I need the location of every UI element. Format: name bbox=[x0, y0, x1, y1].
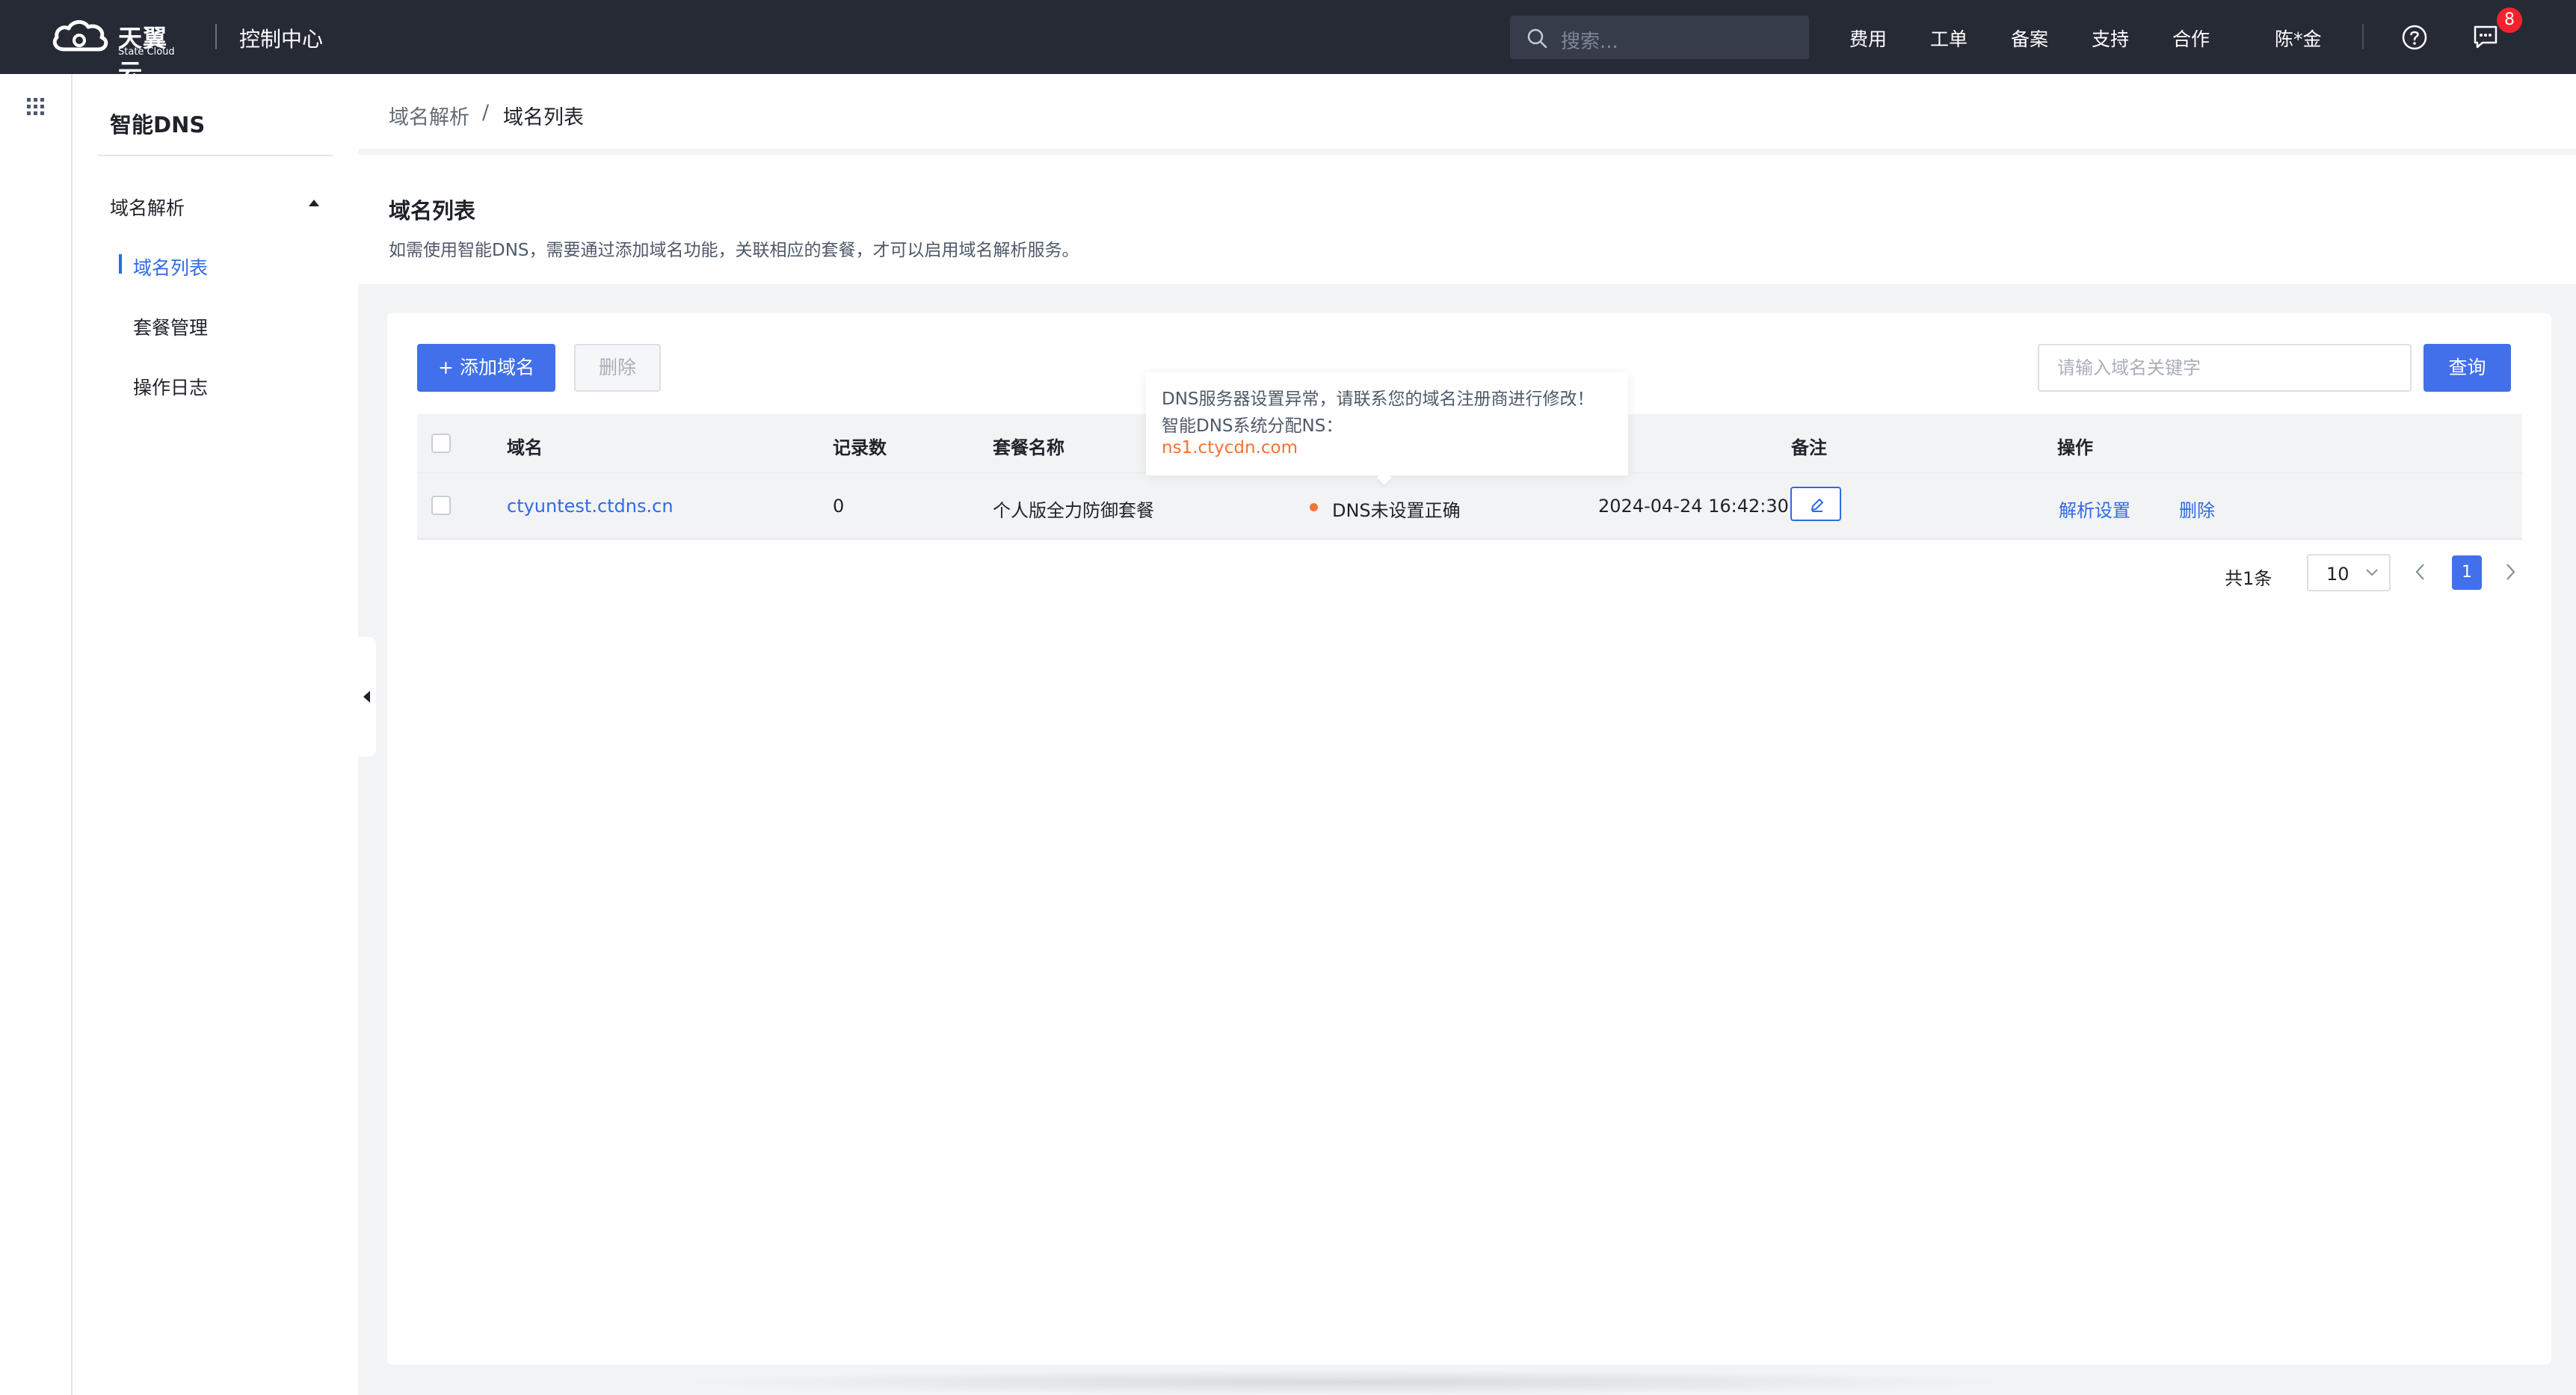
dns-status-tooltip: DNS服务器设置异常，请联系您的域名注册商进行修改！ 智能DNS系统分配NS： … bbox=[1146, 372, 1628, 475]
cloud-logo-icon bbox=[52, 20, 108, 52]
add-domain-button[interactable]: + 添加域名 bbox=[417, 344, 555, 392]
brand-subtitle: State Cloud bbox=[118, 46, 175, 58]
bottom-shadow bbox=[673, 1370, 2018, 1395]
resolution-settings-link[interactable]: 解析设置 bbox=[2059, 496, 2130, 522]
edit-remark-button[interactable] bbox=[1790, 487, 1841, 521]
page-size-select[interactable]: 10 bbox=[2307, 554, 2391, 591]
chevron-down-icon bbox=[2366, 569, 2378, 576]
row-checkbox[interactable] bbox=[431, 496, 451, 515]
help-icon[interactable] bbox=[2402, 25, 2427, 50]
nav-support[interactable]: 支持 bbox=[2092, 25, 2129, 52]
nav-billing[interactable]: 费用 bbox=[1849, 25, 1887, 52]
topbar-separator bbox=[2362, 24, 2364, 49]
caret-up-icon[interactable] bbox=[309, 200, 319, 206]
batch-delete-button[interactable]: 删除 bbox=[574, 344, 661, 392]
top-navigation-bar: 天翼云 State Cloud 控制中心 搜索... 费用 工单 备案 支持 合… bbox=[0, 0, 2576, 87]
active-indicator bbox=[119, 254, 122, 274]
search-placeholder: 搜索... bbox=[1561, 31, 1618, 53]
page-size-value: 10 bbox=[2326, 564, 2349, 585]
domain-link[interactable]: ctyuntest.ctdns.cn bbox=[507, 496, 674, 517]
page-title: 域名列表 bbox=[389, 198, 476, 224]
breadcrumb-current: 域名列表 bbox=[503, 106, 584, 129]
page-description: 如需使用智能DNS，需要通过添加域名功能，关联相应的套餐，才可以启用域名解析服务… bbox=[389, 241, 1079, 260]
nav-tickets[interactable]: 工单 bbox=[1930, 25, 1968, 52]
nav-partner[interactable]: 合作 bbox=[2172, 25, 2210, 52]
page-header: 域名列表 如需使用智能DNS，需要通过添加域名功能，关联相应的套餐，才可以启用域… bbox=[358, 155, 2576, 284]
topbar-divider bbox=[215, 24, 217, 49]
breadcrumb-parent[interactable]: 域名解析 bbox=[389, 101, 469, 130]
message-icon[interactable] bbox=[2472, 23, 2499, 50]
grid-icon[interactable] bbox=[27, 98, 45, 116]
sidebar-item-domain-list[interactable]: 域名列表 bbox=[133, 253, 208, 280]
row-delete-link[interactable]: 删除 bbox=[2179, 496, 2215, 522]
console-title[interactable]: 控制中心 bbox=[239, 23, 323, 53]
nav-filing[interactable]: 备案 bbox=[2011, 25, 2048, 52]
sidebar-item-operation-log[interactable]: 操作日志 bbox=[133, 373, 208, 400]
package-name: 个人版全力防御套餐 bbox=[993, 500, 1154, 521]
breadcrumb-separator: / bbox=[482, 101, 490, 124]
select-all-checkbox[interactable] bbox=[431, 434, 451, 453]
user-name[interactable]: 陈*金 bbox=[2275, 25, 2322, 52]
column-remark: 备注 bbox=[1791, 437, 1827, 458]
brand-logo[interactable]: 天翼云 State Cloud bbox=[49, 18, 191, 87]
chevron-right-icon[interactable] bbox=[2504, 562, 2516, 582]
message-count-badge: 8 bbox=[2497, 7, 2522, 33]
pagination-total: 共1条 bbox=[2225, 568, 2273, 589]
tooltip-ns-label: 智能DNS系统分配NS： bbox=[1162, 416, 1343, 436]
sidebar-item-packages[interactable]: 套餐管理 bbox=[133, 313, 208, 340]
record-count: 0 bbox=[833, 496, 845, 517]
product-rail bbox=[0, 74, 73, 1395]
column-records: 记录数 bbox=[833, 437, 887, 458]
domain-keyword-input[interactable] bbox=[2038, 344, 2412, 392]
breadcrumb: 域名解析 / 域名列表 bbox=[358, 74, 2576, 149]
query-button[interactable]: 查询 bbox=[2424, 344, 2511, 392]
search-icon bbox=[1527, 28, 1547, 49]
sidebar-divider bbox=[98, 155, 333, 156]
chevron-left-icon[interactable] bbox=[2415, 562, 2426, 582]
tooltip-warning: DNS服务器设置异常，请联系您的域名注册商进行修改！ bbox=[1162, 389, 1594, 409]
collapse-left-icon bbox=[363, 691, 370, 703]
pencil-icon bbox=[1811, 499, 1823, 512]
table-row: ctyuntest.ctdns.cn 0 个人版全力防御套餐 DNS未设置正确 … bbox=[417, 472, 2522, 540]
page-number-current[interactable]: 1 bbox=[2452, 555, 2482, 590]
created-time: 2024-04-24 16:42:30 bbox=[1598, 496, 1789, 517]
status-dot-icon bbox=[1310, 503, 1318, 511]
sidebar-title: 智能DNS bbox=[110, 112, 206, 138]
sidebar-group-domain-resolution[interactable]: 域名解析 bbox=[110, 194, 185, 221]
column-package: 套餐名称 bbox=[993, 437, 1064, 458]
global-search-input[interactable]: 搜索... bbox=[1510, 16, 1809, 59]
tooltip-ns-value: ns1.ctycdn.com bbox=[1162, 438, 1298, 458]
sidebar-collapse-handle[interactable] bbox=[358, 637, 376, 757]
column-domain: 域名 bbox=[507, 437, 543, 458]
sidebar: 智能DNS 域名解析 域名列表 套餐管理 操作日志 bbox=[73, 74, 358, 1395]
dns-status[interactable]: DNS未设置正确 bbox=[1332, 496, 1461, 522]
column-actions: 操作 bbox=[2057, 437, 2093, 458]
